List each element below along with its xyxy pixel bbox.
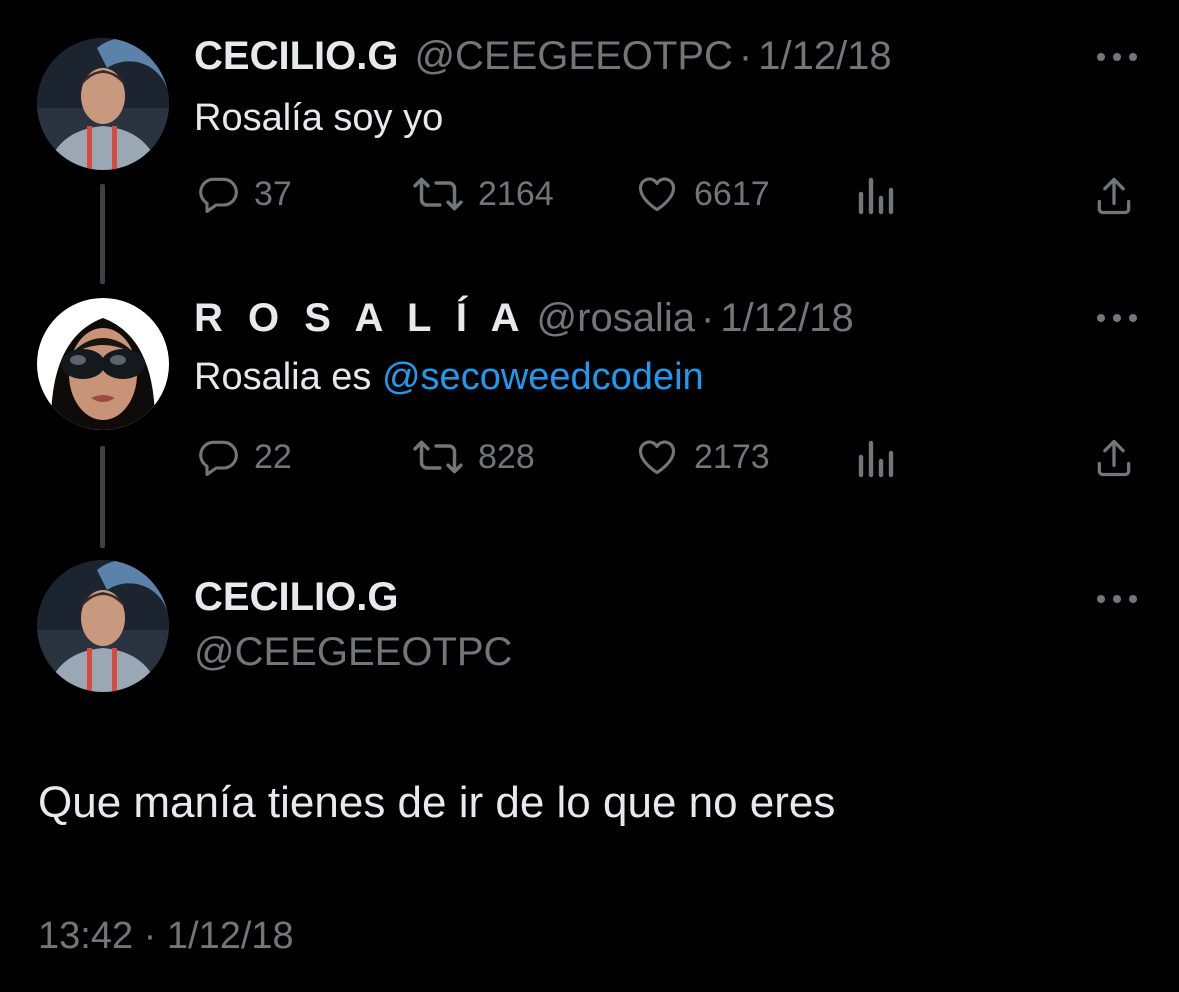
retweet-count: 2164 [478, 174, 554, 213]
tweet-date[interactable]: 1/12/18 [758, 34, 891, 79]
avatar-rosalia[interactable] [37, 298, 169, 430]
handle[interactable]: @CEEGEEOTPC [414, 34, 732, 79]
thread-line [100, 446, 105, 548]
views-button[interactable] [855, 176, 895, 216]
separator-dot: · [738, 34, 753, 78]
retweet-button[interactable]: 2164 [412, 172, 554, 216]
tweet-header: R O S A L Í A @rosalia · 1/12/18 [194, 296, 854, 341]
more-icon[interactable] [1094, 591, 1140, 607]
display-name[interactable]: CECILIO.G [194, 575, 398, 620]
like-button[interactable]: 2173 [634, 435, 770, 479]
separator-dot: · [700, 296, 715, 340]
heart-icon [638, 440, 676, 475]
handle[interactable]: @CEEGEEOTPC [194, 630, 512, 675]
avatar-ceciliog[interactable] [37, 38, 169, 170]
reply-icon [199, 177, 238, 213]
views-icon [858, 440, 894, 478]
reply-button[interactable]: 37 [196, 172, 292, 216]
share-icon [1097, 439, 1131, 477]
handle[interactable]: @rosalia [537, 296, 695, 341]
reply-button[interactable]: 22 [196, 435, 292, 479]
share-icon [1097, 177, 1131, 215]
thread-line [100, 184, 105, 284]
tweet-date: 1/12/18 [166, 915, 294, 957]
heart-icon [638, 177, 676, 212]
tweet-date[interactable]: 1/12/18 [720, 296, 853, 341]
retweet-count: 828 [478, 437, 535, 476]
display-name[interactable]: R O S A L Í A [194, 296, 527, 341]
tweet-time: 13:42 [38, 915, 134, 957]
share-button[interactable] [1092, 436, 1136, 480]
retweet-button[interactable]: 828 [412, 435, 535, 479]
display-name[interactable]: CECILIO.G [194, 34, 398, 79]
reply-icon [199, 440, 238, 476]
tweet-header: CECILIO.G @CEEGEEOTPC · 1/12/18 [194, 34, 892, 79]
avatar-ceciliog[interactable] [37, 560, 169, 692]
retweet-icon [413, 440, 463, 474]
tweet-timestamp[interactable]: 13:42 · 1/12/18 [38, 915, 294, 958]
like-count: 2173 [694, 437, 770, 476]
more-icon[interactable] [1094, 49, 1140, 65]
like-button[interactable]: 6617 [634, 172, 770, 216]
reply-count: 22 [254, 437, 292, 476]
share-button[interactable] [1092, 174, 1136, 218]
tweet-text: Que manía tienes de ir de lo que no eres [38, 778, 836, 827]
tweet-text-prefix: Rosalia es [194, 356, 382, 398]
reply-count: 37 [254, 174, 292, 213]
tweet-text: Rosalía soy yo [194, 97, 444, 139]
like-count: 6617 [694, 174, 770, 213]
retweet-icon [413, 177, 463, 211]
mention-link[interactable]: @secoweedcodein [382, 356, 704, 398]
tweet-text: Rosalia es @secoweedcodein [194, 356, 704, 399]
views-icon [858, 177, 894, 215]
more-icon[interactable] [1094, 310, 1140, 326]
separator-dot: · [143, 915, 157, 957]
views-button[interactable] [855, 439, 895, 479]
